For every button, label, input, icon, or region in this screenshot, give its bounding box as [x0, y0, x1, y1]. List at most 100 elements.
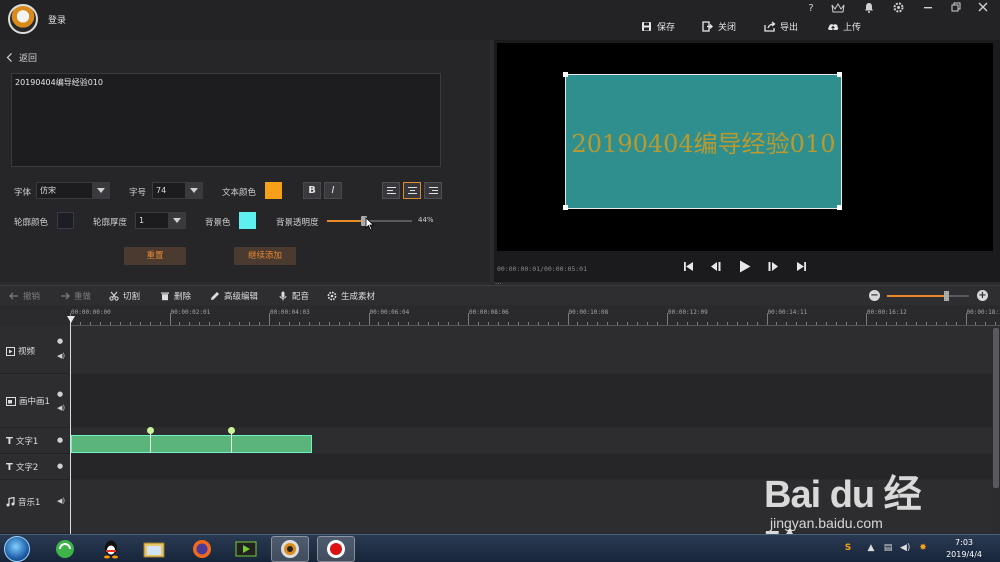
- notification-icon[interactable]: [861, 2, 877, 16]
- resize-handle[interactable]: [837, 72, 842, 77]
- align-center-button[interactable]: [403, 182, 421, 199]
- zoom-slider[interactable]: [887, 291, 969, 301]
- speaker-icon[interactable]: ◀): [57, 404, 65, 412]
- speaker-icon[interactable]: ◀): [57, 497, 65, 505]
- file-explorer-icon[interactable]: [135, 536, 173, 562]
- chevron-down-icon: [185, 183, 202, 198]
- eye-icon[interactable]: ●: [57, 436, 63, 444]
- clock-date: 2019/4/4: [946, 550, 982, 559]
- resize-handle[interactable]: [563, 205, 568, 210]
- vip-icon[interactable]: [830, 2, 846, 16]
- bg-color-swatch[interactable]: [239, 212, 256, 229]
- playhead-handle[interactable]: [67, 316, 75, 323]
- playhead[interactable]: [70, 316, 71, 536]
- start-button[interactable]: [4, 536, 30, 562]
- network-icon[interactable]: ▤: [883, 543, 893, 553]
- save-label: 保存: [657, 22, 676, 33]
- keyframe-line: [231, 432, 232, 453]
- size-label: 字号: [129, 188, 147, 198]
- generate-material-button[interactable]: 生成素材: [327, 289, 375, 303]
- outline-color-swatch[interactable]: [57, 212, 74, 229]
- video-editor-taskbar-icon[interactable]: [271, 536, 309, 562]
- track-header-video: 视频 ● ◀): [0, 326, 70, 374]
- ruler-tick: [577, 322, 579, 325]
- next-frame-icon: [768, 262, 778, 271]
- ruler-tick: [99, 322, 101, 325]
- scrollbar-thumb[interactable]: [993, 328, 999, 488]
- browser-360-icon[interactable]: [46, 536, 84, 562]
- skip-start-button[interactable]: [680, 260, 696, 276]
- keyframe-marker[interactable]: [147, 427, 154, 434]
- align-left-button[interactable]: [382, 182, 400, 199]
- bold-button[interactable]: B: [303, 182, 321, 199]
- tray-arrow-icon[interactable]: ▲: [866, 543, 876, 553]
- export-button[interactable]: 导出: [764, 18, 798, 34]
- ruler-tick: [388, 322, 390, 325]
- timeline-scrollbar[interactable]: [992, 326, 1000, 534]
- zoom-out-button[interactable]: −: [869, 290, 880, 301]
- ruler-tick: [935, 322, 937, 325]
- italic-button[interactable]: I: [324, 182, 342, 199]
- qq-icon[interactable]: [92, 536, 130, 562]
- ruler-tick: [219, 322, 221, 325]
- help-icon[interactable]: ?: [803, 2, 819, 16]
- save-button[interactable]: 保存: [641, 18, 675, 34]
- settings-gear-icon[interactable]: [890, 2, 906, 16]
- screen-recorder-icon[interactable]: [317, 536, 355, 562]
- input-method-icon[interactable]: S: [843, 543, 853, 553]
- caption-text-input[interactable]: 20190404编导经验010: [11, 73, 441, 167]
- eye-icon[interactable]: ●: [57, 462, 63, 470]
- upload-button[interactable]: 上传: [827, 18, 861, 34]
- undo-button[interactable]: 撤销: [9, 289, 40, 303]
- prev-frame-button[interactable]: [708, 260, 724, 276]
- resize-handle[interactable]: [563, 72, 568, 77]
- minimize-icon[interactable]: [920, 2, 936, 16]
- advanced-edit-button[interactable]: 高级编辑: [210, 289, 258, 303]
- ruler-tick: [607, 322, 609, 325]
- video-player-icon[interactable]: [227, 536, 265, 562]
- play-icon: [740, 260, 751, 273]
- back-button[interactable]: 返回: [6, 51, 37, 64]
- sun-icon[interactable]: ✸: [918, 543, 928, 553]
- text-icon: T: [6, 461, 13, 473]
- lane-pip[interactable]: [70, 374, 992, 428]
- preview-text-box[interactable]: 20190404编导经验010: [565, 74, 842, 209]
- lane-video[interactable]: [70, 326, 992, 374]
- restore-icon[interactable]: [948, 2, 964, 16]
- cut-button[interactable]: 切割: [109, 289, 140, 303]
- continue-add-button[interactable]: 继续添加: [234, 247, 296, 265]
- close-window-icon[interactable]: [975, 2, 991, 16]
- login-link[interactable]: 登录: [48, 13, 66, 26]
- generate-label: 生成素材: [341, 292, 376, 302]
- delete-button[interactable]: 删除: [160, 289, 191, 303]
- text-clip[interactable]: [71, 435, 312, 453]
- resize-handle[interactable]: [837, 205, 842, 210]
- speaker-icon[interactable]: ◀): [57, 352, 65, 360]
- timeline-ruler[interactable]: 00:00:00:00 00:00:02:01 00:00:04:03 00:00:0…: [70, 306, 1000, 326]
- outline-thickness-select[interactable]: 1: [135, 212, 186, 229]
- reset-button[interactable]: 重置: [124, 247, 186, 265]
- firefox-icon[interactable]: [183, 536, 221, 562]
- keyframe-marker[interactable]: [228, 427, 235, 434]
- align-right-button[interactable]: [424, 182, 442, 199]
- dub-button[interactable]: 配音: [278, 289, 309, 303]
- close-button[interactable]: 关闭: [702, 18, 736, 34]
- size-select[interactable]: 74: [152, 182, 203, 199]
- zoom-handle[interactable]: [944, 291, 950, 301]
- volume-icon[interactable]: ◀): [900, 543, 910, 553]
- play-button[interactable]: [737, 260, 753, 276]
- pencil-icon: [210, 291, 220, 301]
- ruler-tick-label: 00:00:14:11: [767, 309, 808, 316]
- ruler-tick: [985, 322, 987, 325]
- zoom-in-button[interactable]: +: [977, 290, 988, 301]
- system-clock[interactable]: 7:03 2019/4/4: [946, 537, 982, 561]
- font-select[interactable]: 仿宋: [36, 182, 110, 199]
- redo-button[interactable]: 重做: [60, 289, 91, 303]
- next-frame-button[interactable]: [765, 260, 781, 276]
- skip-end-button[interactable]: [793, 260, 809, 276]
- ruler-tick: [458, 322, 460, 325]
- dub-label: 配音: [292, 292, 310, 302]
- text-color-swatch[interactable]: [265, 182, 282, 199]
- eye-icon[interactable]: ●: [57, 337, 63, 345]
- eye-icon[interactable]: ●: [57, 390, 63, 398]
